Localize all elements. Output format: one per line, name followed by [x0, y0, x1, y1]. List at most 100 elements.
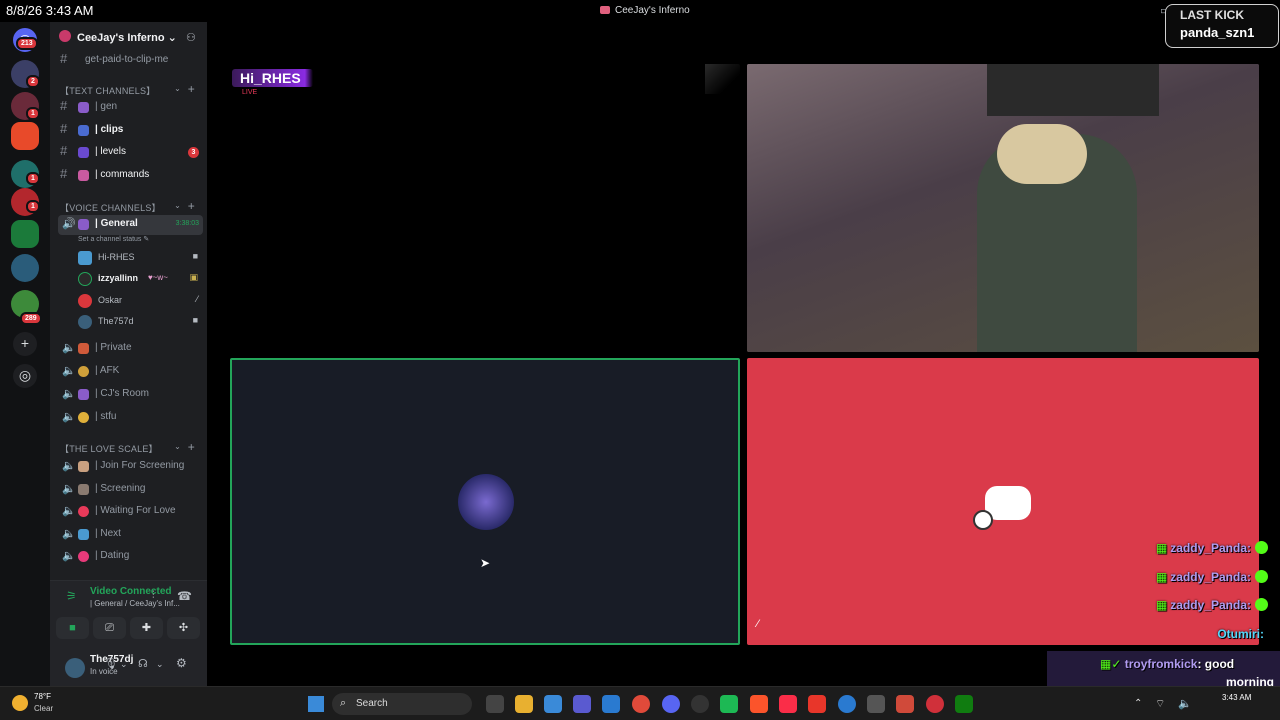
pencil-icon: ✎	[143, 236, 150, 243]
network-icon[interactable]: ⌔	[1155, 697, 1165, 711]
guild-name[interactable]: CeeJay's Inferno ⌄	[77, 31, 177, 44]
category-label: 【TEXT CHANNELS】	[60, 86, 156, 96]
chevron-down-icon[interactable]: ⌄	[120, 659, 128, 670]
chevron-down-icon: ⌄	[174, 442, 181, 451]
voice-channel-link[interactable]: | General / CeeJay's Inf...	[90, 599, 180, 608]
channel-emoji-icon	[78, 366, 89, 377]
settings-gear-icon[interactable]: ⚙	[176, 656, 187, 670]
copilot-icon[interactable]	[544, 695, 562, 713]
camera-button[interactable]: ■	[56, 617, 89, 639]
voice-user-hi-rhes[interactable]: Hi-RHES ■	[78, 248, 198, 268]
soccer-ball-icon	[973, 510, 993, 530]
deafened-icon: ⁄	[757, 618, 759, 630]
voice-channel-dating[interactable]: 🔈 | Dating	[58, 547, 203, 567]
voice-user-name: Oskar	[98, 295, 123, 305]
voice-channel-next[interactable]: 🔈 | Next	[58, 525, 203, 545]
add-channel-icon[interactable]: +	[188, 82, 195, 96]
xbox-icon[interactable]	[955, 695, 973, 713]
music-icon[interactable]	[779, 695, 797, 713]
voice-user-name: The757d	[98, 316, 134, 326]
voice-channel-general[interactable]: 🔊 | General 3:38:03	[58, 215, 203, 235]
channel-status[interactable]: Set a channel status ✎	[78, 235, 149, 243]
voice-channel-screening[interactable]: 🔈 | Screening	[58, 480, 203, 500]
server-icon[interactable]	[11, 254, 39, 282]
soundboard-button[interactable]: ✣	[167, 617, 200, 639]
voice-channel-private[interactable]: 🔈 | Private	[58, 339, 203, 359]
avatar	[78, 272, 92, 286]
tray-chevron-icon[interactable]: ⌃	[1134, 698, 1142, 709]
add-member-icon[interactable]: ⚇	[186, 31, 196, 44]
task-view-icon[interactable]	[486, 695, 504, 713]
category-label: 【VOICE CHANNELS】	[60, 203, 161, 213]
window-title: CeeJay's Inferno	[600, 5, 690, 16]
channel-levels[interactable]: # | levels 3	[58, 143, 203, 163]
screen-share-button[interactable]: ⎚	[93, 617, 126, 639]
channel-label: | Waiting For Love	[95, 505, 176, 516]
weather-icon[interactable]	[12, 695, 28, 711]
voice-channel-cjs-room[interactable]: 🔈 | CJ's Room	[58, 385, 203, 405]
channel-label: | General	[95, 218, 138, 229]
disconnect-icon[interactable]: ☎	[177, 589, 192, 603]
voice-channel-stfu[interactable]: 🔈 | stfu	[58, 408, 203, 428]
voice-user-izzyallinn[interactable]: izzyallinn ♥~w~ ▣	[78, 269, 198, 289]
server-icon[interactable]	[11, 122, 39, 150]
chevron-down-icon[interactable]: ⌄	[156, 659, 164, 670]
category-text-channels[interactable]: 【TEXT CHANNELS】 ⌄ +	[60, 82, 203, 98]
channel-commands[interactable]: # | commands	[58, 166, 203, 186]
channel-label: | CJ's Room	[95, 388, 149, 399]
channel-label: | clips	[95, 124, 124, 135]
avatar	[78, 251, 92, 265]
speaker-icon: 🔈	[62, 365, 76, 377]
video-tile-hi-rhes[interactable]	[230, 64, 740, 352]
speaker-icon: 🔊	[62, 218, 76, 230]
channel-clips[interactable]: # | clips	[58, 121, 203, 141]
voice-channel-waiting-for-love[interactable]: 🔈 | Waiting For Love	[58, 502, 203, 522]
channel-label: | AFK	[95, 365, 120, 376]
volume-icon[interactable]: 🔈	[1178, 697, 1192, 710]
speaker-icon: 🔈	[62, 550, 76, 562]
store-icon[interactable]	[602, 695, 620, 713]
app-icon[interactable]	[896, 695, 914, 713]
opera-icon[interactable]	[926, 695, 944, 713]
app-icon[interactable]	[720, 695, 738, 713]
taskbar-clock[interactable]: 3:43 AM	[1222, 693, 1251, 702]
chrome-icon[interactable]	[632, 695, 650, 713]
headphones-icon[interactable]: ☊	[138, 657, 148, 670]
discord-icon[interactable]	[662, 695, 680, 713]
tile-name-overlay: Hi_RHES	[232, 69, 313, 87]
kick-badge-icon: ▦	[1155, 541, 1168, 555]
voice-user-oskar[interactable]: Oskar ⁄	[78, 291, 198, 311]
taskbar-search[interactable]: ⌕ Search	[332, 693, 472, 715]
person-hair-image	[997, 124, 1087, 184]
clock-overlay: 8/8/26 3:43 AM	[6, 3, 94, 18]
channel-emoji-icon	[78, 461, 89, 472]
category-voice-channels[interactable]: 【VOICE CHANNELS】 ⌄ +	[60, 199, 203, 215]
app-icon[interactable]	[808, 695, 826, 713]
file-explorer-icon[interactable]	[515, 695, 533, 713]
voice-channel-afk[interactable]: 🔈 | AFK	[58, 362, 203, 382]
brave-icon[interactable]	[750, 695, 768, 713]
voice-user-the757d[interactable]: The757d ■	[78, 312, 198, 332]
app-icon[interactable]	[867, 695, 885, 713]
category-love-scale[interactable]: 【THE LOVE SCALE】 ⌄ +	[60, 440, 203, 456]
user-avatar[interactable]	[65, 658, 85, 678]
server-badge: 2	[26, 75, 40, 88]
help-icon[interactable]	[838, 695, 856, 713]
server-folder-icon[interactable]	[11, 220, 39, 248]
activities-button[interactable]: ✚	[130, 617, 163, 639]
video-tile-webcam[interactable]	[747, 64, 1259, 352]
microphone-icon[interactable]: 🎙	[104, 657, 118, 670]
start-button-icon[interactable]	[308, 696, 324, 712]
add-channel-icon[interactable]: +	[188, 440, 195, 454]
video-tile-izzyallinn[interactable]: ➤	[230, 358, 740, 645]
add-channel-icon[interactable]: +	[188, 199, 195, 213]
discover-icon[interactable]: ◎	[13, 364, 37, 388]
voice-status: Video Connected	[90, 586, 172, 597]
teams-icon[interactable]	[573, 695, 591, 713]
obs-icon[interactable]	[691, 695, 709, 713]
channel-gen[interactable]: # | gen	[58, 98, 203, 118]
noise-suppression-icon[interactable]: ⫶	[152, 590, 155, 601]
voice-channel-join-for-screening[interactable]: 🔈 | Join For Screening	[58, 457, 203, 477]
add-server-icon[interactable]: +	[13, 332, 37, 356]
channel-get-paid-to-clip-me[interactable]: # get-paid-to-clip-me	[58, 51, 203, 71]
